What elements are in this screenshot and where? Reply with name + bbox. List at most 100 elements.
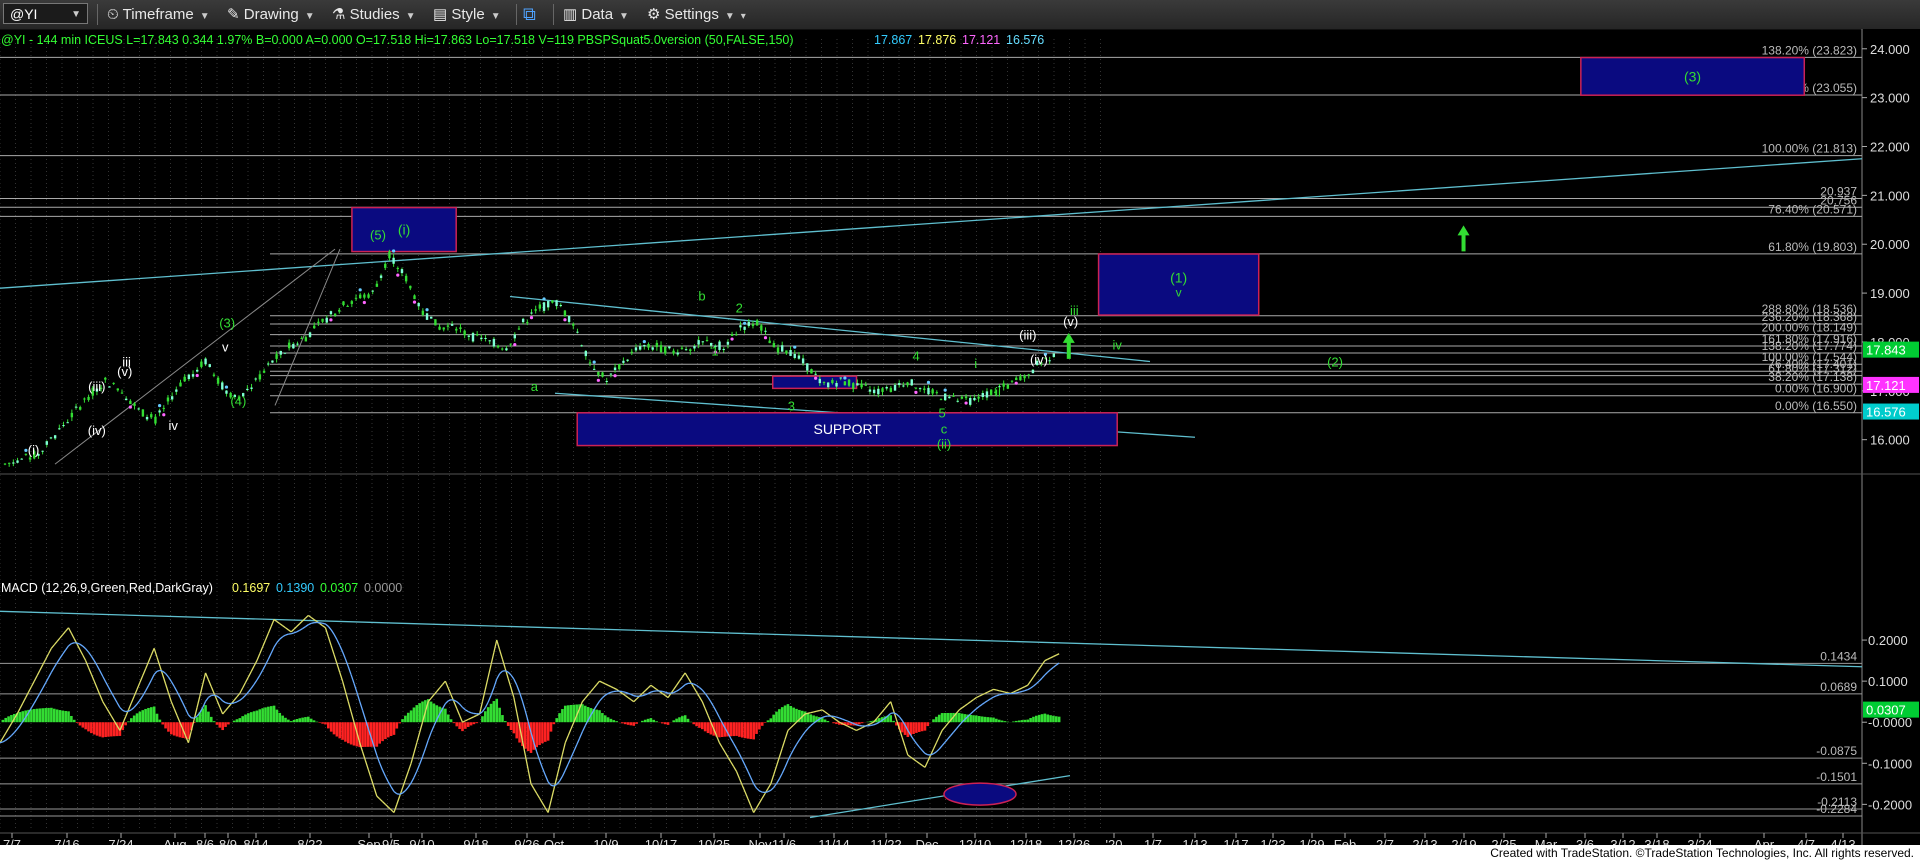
candle-body — [20, 458, 23, 460]
candle-body — [801, 358, 805, 364]
signal-line — [642, 694, 646, 697]
signal-line — [213, 694, 218, 697]
signal-line — [795, 739, 800, 745]
macd-line — [150, 648, 155, 656]
macd-line — [341, 680, 347, 692]
candle-body — [363, 294, 366, 298]
candle-body — [902, 385, 905, 387]
candle-body — [534, 309, 537, 311]
signal-line — [276, 638, 281, 643]
pivot-dot — [964, 401, 968, 405]
pivot-dot — [843, 376, 847, 380]
candle-body — [521, 318, 525, 323]
candle-body — [747, 322, 750, 326]
candle-body — [200, 361, 203, 367]
pivot-dot — [730, 337, 734, 341]
macd-line — [567, 728, 572, 737]
candle-body — [292, 344, 295, 349]
x-tick-label: 1/29 — [1299, 837, 1324, 845]
signal-line — [59, 653, 64, 659]
candle-body — [471, 333, 475, 342]
signal-line — [536, 751, 541, 761]
signal-line — [484, 701, 489, 708]
macd-line — [907, 754, 912, 758]
signal-line — [302, 626, 306, 630]
macd-line — [596, 680, 601, 685]
wave-label: 4 — [912, 349, 919, 364]
candle-body — [7, 462, 11, 464]
signal-line — [650, 690, 654, 693]
signal-line — [630, 693, 635, 697]
macd-line — [721, 747, 726, 753]
drawing-menu[interactable]: ✎ Drawing ▼ — [227, 0, 315, 29]
symbol-selector[interactable]: @YI ▼ — [3, 3, 88, 24]
y-tick-label: 21.000 — [1870, 188, 1910, 203]
signal-line — [1038, 677, 1043, 682]
signal-line — [393, 790, 398, 795]
candle-body — [283, 352, 287, 354]
copyright-text: Created with TradeStation. ©TradeStation… — [1490, 846, 1914, 860]
layout-icon[interactable]: ⧉ — [523, 0, 536, 29]
signal-line — [264, 658, 269, 666]
signal-line — [341, 651, 347, 660]
candle-body — [455, 328, 458, 331]
macd-line — [307, 614, 312, 619]
macd-line — [610, 686, 615, 689]
signal-line — [750, 777, 755, 785]
signal-line — [376, 755, 381, 764]
macd-line — [470, 716, 475, 719]
candle-body — [58, 428, 61, 430]
candle-body — [62, 425, 65, 427]
macd-line — [170, 701, 175, 709]
macd-line — [481, 689, 486, 702]
signal-line — [733, 743, 738, 749]
signal-line — [662, 690, 666, 693]
y-tick-label: -0.2000 — [1868, 797, 1912, 812]
candle-body — [463, 330, 466, 336]
studies-label: Studies — [349, 6, 400, 23]
candle-body — [605, 380, 608, 382]
signal-line — [499, 670, 503, 675]
signal-line — [544, 774, 549, 783]
macd-trendline — [809, 774, 1071, 819]
candle-body — [893, 384, 897, 391]
signal-line — [664, 691, 669, 694]
signal-line — [247, 687, 252, 693]
candle-body — [910, 379, 913, 386]
box-label: (1) — [1170, 270, 1187, 286]
candle-body — [1015, 377, 1018, 381]
chevron-down-icon: ▼ — [490, 11, 501, 22]
wave-label: a — [531, 379, 539, 394]
studies-menu[interactable]: ⚗ Studies ▼ — [332, 0, 416, 29]
signal-line — [633, 695, 637, 697]
timeframe-menu[interactable]: ⏲ Timeframe ▼ — [107, 0, 210, 29]
x-tick-label: 9/10 — [409, 837, 434, 845]
wave-label: 1 — [711, 344, 718, 359]
macd-line — [82, 654, 87, 661]
box-label: SUPPORT — [813, 421, 881, 437]
candle-body — [856, 383, 859, 386]
macd-line — [444, 680, 449, 689]
y-tick-label: 16.000 — [1870, 433, 1910, 448]
signal-line — [898, 716, 903, 721]
signal-line — [350, 674, 355, 684]
style-menu[interactable]: ▤ Style ▼ — [433, 0, 501, 29]
macd-line — [347, 701, 352, 713]
macd-line — [533, 788, 538, 794]
macd-line — [299, 620, 304, 625]
data-menu[interactable]: ▥ Data ▼ — [563, 0, 629, 29]
macd-line — [1032, 672, 1037, 678]
wave-label: 2 — [736, 301, 743, 316]
chart-area[interactable]: 24.00023.00022.00021.00020.00019.00018.0… — [0, 29, 1920, 845]
macd-line — [62, 630, 67, 636]
signal-line — [844, 719, 849, 722]
candle-body — [868, 389, 872, 392]
macd-line — [1016, 688, 1020, 692]
signal-line — [182, 702, 187, 710]
wave-label: (ii) — [937, 436, 951, 451]
candle-body — [129, 400, 132, 405]
x-tick-label: 4/7 — [1797, 837, 1815, 845]
settings-menu[interactable]: ⚙ Settings ▼ ▾ — [647, 0, 746, 29]
macd-line — [456, 708, 461, 716]
wave-label: b — [698, 288, 705, 303]
